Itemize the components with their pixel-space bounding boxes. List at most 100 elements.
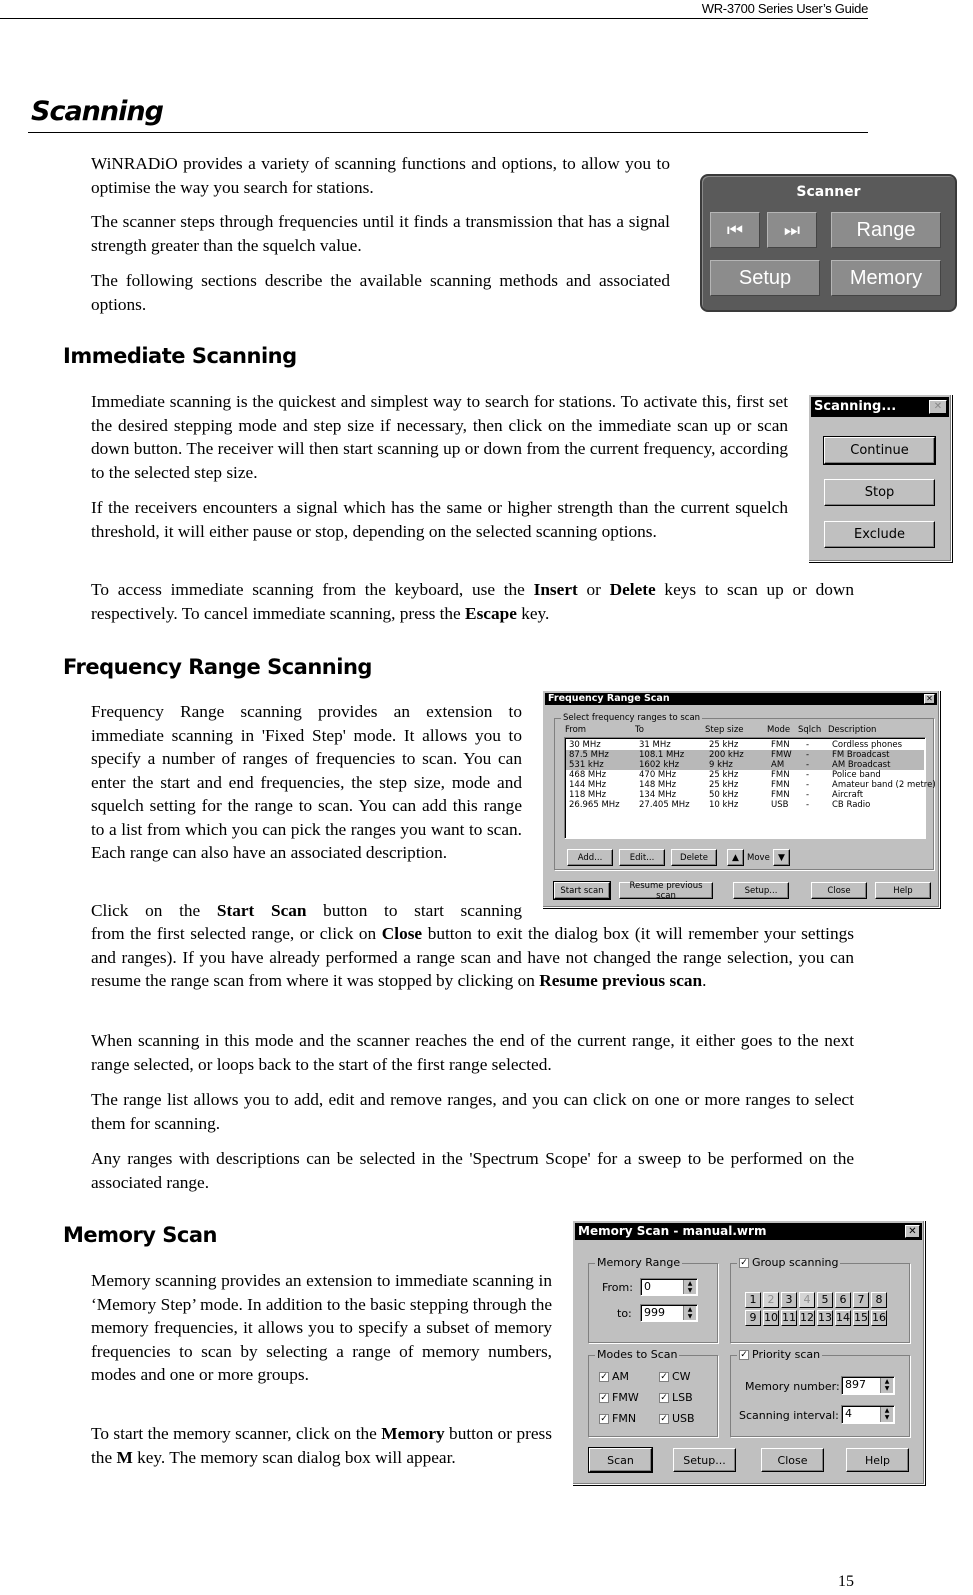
range-cell-mode: FMN xyxy=(771,780,790,790)
header-rule xyxy=(0,18,868,19)
move-down-button[interactable]: ▼ xyxy=(773,849,790,866)
scanner-title: Scanner xyxy=(796,184,861,200)
close-button[interactable]: Close xyxy=(761,1448,824,1472)
range-cell-step: 25 kHz xyxy=(709,780,739,790)
start-scan-button[interactable]: Start scan xyxy=(553,881,611,900)
range-cell-step: 50 kHz xyxy=(709,790,739,800)
group-button[interactable]: 8 xyxy=(871,1292,887,1308)
scan-prev-button[interactable]: ⏮ xyxy=(710,212,760,248)
group-button[interactable]: 11 xyxy=(781,1310,797,1326)
col-sqlch[interactable]: Sqlch xyxy=(798,725,821,735)
priority-scan-checkbox[interactable]: ✓ Priority scan xyxy=(737,1348,823,1361)
group-button[interactable]: 15 xyxy=(853,1310,869,1326)
memory-number-spinner[interactable]: ▲ ▼ xyxy=(880,1378,893,1393)
group-button[interactable]: 16 xyxy=(871,1310,887,1326)
col-to[interactable]: To xyxy=(635,725,644,735)
setup-button[interactable]: Setup... xyxy=(733,882,789,899)
range-list[interactable]: 30 MHz 31 MHz 25 kHz FMN - Cordless phones 87.… xyxy=(564,737,936,839)
range-row[interactable]: 26.965 MHz 27.405 MHz 10 kHz USB - CB Radio xyxy=(566,800,924,810)
range-row[interactable]: 118 MHz 134 MHz 50 kHz FMN - Aircraft xyxy=(566,790,924,800)
add-button[interactable]: Add... xyxy=(567,849,613,866)
group-button[interactable]: 9 xyxy=(745,1310,761,1326)
col-mode[interactable]: Mode xyxy=(767,725,790,735)
range-cell-desc: CB Radio xyxy=(832,800,871,810)
skip-back-icon: ⏮ xyxy=(726,219,744,240)
group-button[interactable]: 14 xyxy=(835,1310,851,1326)
group-button[interactable]: 10 xyxy=(763,1310,779,1326)
setup-button[interactable]: Setup xyxy=(710,260,820,296)
range-cell-desc: AM Broadcast xyxy=(832,760,891,770)
close-button[interactable]: Close xyxy=(811,882,867,899)
from-input[interactable]: 0 ▲ ▼ xyxy=(640,1278,698,1296)
scanning-interval-input[interactable]: 4 ▲ ▼ xyxy=(841,1405,895,1424)
exclude-button[interactable]: Exclude xyxy=(824,521,935,548)
group-button[interactable]: 7 xyxy=(853,1292,869,1308)
range-row[interactable]: 144 MHz 148 MHz 25 kHz FMN - Amateur band (2 … xyxy=(566,780,936,790)
range-row[interactable]: 30 MHz 31 MHz 25 kHz FMN - Cordless phones xyxy=(566,740,924,750)
setup-button[interactable]: Setup... xyxy=(673,1448,736,1472)
group-button[interactable]: 6 xyxy=(835,1292,851,1308)
help-button[interactable]: Help xyxy=(875,882,931,899)
col-step[interactable]: Step size xyxy=(705,725,744,735)
continue-button[interactable]: Continue xyxy=(823,436,936,465)
group-button[interactable]: 5 xyxy=(817,1292,833,1308)
memory-number-input[interactable]: 897 ▲ ▼ xyxy=(841,1376,895,1395)
range-button[interactable]: Range xyxy=(831,212,941,248)
mode-checkbox-lsb[interactable]: ✓ LSB xyxy=(659,1391,693,1404)
arrow-down-icon: ▼ xyxy=(778,852,785,863)
frequency-range-titlebar: Frequency Range Scan ✕ xyxy=(545,693,937,705)
from-spinner[interactable]: ▲ ▼ xyxy=(683,1280,696,1294)
group-button[interactable]: 2 xyxy=(763,1292,779,1308)
range-cell-to: 31 MHz xyxy=(639,740,671,750)
priority-group: ✓ Priority scan Memory number: 897 ▲ ▼ Scan… xyxy=(730,1348,910,1437)
edit-button[interactable]: Edit... xyxy=(619,849,665,866)
range-cell-sqlch: - xyxy=(806,780,810,790)
freq-range-paragraph-5: Any ranges with descriptions can be sele… xyxy=(91,1149,854,1192)
heading-memory-scan: Memory Scan xyxy=(63,1223,218,1247)
close-icon[interactable]: ✕ xyxy=(924,694,935,704)
mode-label: CW xyxy=(672,1370,691,1383)
to-input[interactable]: 999 ▲ ▼ xyxy=(640,1304,698,1322)
mode-checkbox-am[interactable]: ✓ AM xyxy=(599,1370,629,1383)
range-group: Select frequency ranges to scan From To … xyxy=(554,713,936,870)
arrow-up-icon: ▲ xyxy=(732,852,739,863)
col-from[interactable]: From xyxy=(565,725,586,735)
scanning-interval-spinner[interactable]: ▲ ▼ xyxy=(880,1407,893,1422)
help-button[interactable]: Help xyxy=(846,1448,909,1472)
group-button[interactable]: 1 xyxy=(745,1292,761,1308)
checkbox-checked-icon: ✓ xyxy=(599,1372,609,1382)
range-row[interactable]: 87.5 MHz 108.1 MHz 200 kHz FMW - FM Broadcast xyxy=(566,750,924,760)
scan-button[interactable]: Scan xyxy=(588,1447,653,1473)
group-button[interactable]: 4 xyxy=(799,1292,815,1308)
mode-checkbox-fmw[interactable]: ✓ FMW xyxy=(599,1391,639,1404)
col-description[interactable]: Description xyxy=(828,725,876,735)
freq-range-paragraph-2-cont: from the first selected range, or click … xyxy=(91,924,854,990)
close-icon[interactable]: ✕ xyxy=(929,400,947,414)
mode-checkbox-fmn[interactable]: ✓ FMN xyxy=(599,1412,636,1425)
freq-range-paragraph-3: When scanning in this mode and the scann… xyxy=(91,1031,854,1074)
resume-previous-scan-button[interactable]: Resume previous scan xyxy=(619,881,713,901)
group-button[interactable]: 3 xyxy=(781,1292,797,1308)
range-cell-mode: FMN xyxy=(771,790,790,800)
close-icon[interactable]: ✕ xyxy=(905,1225,920,1238)
range-cell-from: 30 MHz xyxy=(569,740,601,750)
delete-button[interactable]: Delete xyxy=(671,849,717,866)
group-button[interactable]: 12 xyxy=(799,1310,815,1326)
move-up-button[interactable]: ▲ xyxy=(727,849,744,866)
range-row[interactable]: 531 kHz 1602 kHz 9 kHz AM - AM Broadcast xyxy=(566,760,924,770)
mode-checkbox-usb[interactable]: ✓ USB xyxy=(659,1412,695,1425)
stop-button[interactable]: Stop xyxy=(824,479,935,506)
group-button[interactable]: 13 xyxy=(817,1310,833,1326)
scan-next-button[interactable]: ⏭ xyxy=(767,212,817,248)
mode-label: FMN xyxy=(612,1412,637,1425)
to-spinner[interactable]: ▲ ▼ xyxy=(683,1306,696,1320)
memory-button[interactable]: Memory xyxy=(831,260,941,296)
heading-frequency-range-scanning: Frequency Range Scanning xyxy=(63,655,372,679)
mode-label: FMW xyxy=(612,1391,639,1404)
group-scanning-checkbox[interactable]: ✓ Group scanning xyxy=(737,1256,841,1269)
range-row[interactable]: 468 MHz 470 MHz 25 kHz FMN - Police band xyxy=(566,770,924,780)
page-number: 15 xyxy=(838,1573,854,1590)
mode-checkbox-cw[interactable]: ✓ CW xyxy=(659,1370,691,1383)
modes-group: Modes to Scan ✓ AM ✓ CW ✓ FMW ✓ LSB ✓ FMN ✓ USB xyxy=(588,1348,718,1437)
range-cell-step: 25 kHz xyxy=(709,770,739,780)
